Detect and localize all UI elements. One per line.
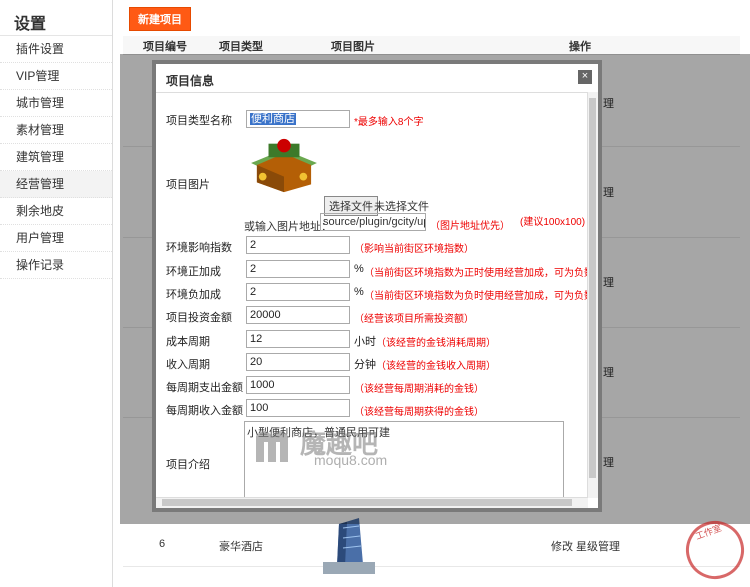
- hint-cost-cycle: （该经营的金钱消耗周期）: [376, 338, 496, 349]
- sidebar: 设置 插件设置 VIP管理 城市管理 素材管理 建筑管理 经营管理 剩余地皮 用…: [0, 0, 113, 587]
- unit-income-cycle: 分钟: [354, 359, 376, 371]
- env-index-input[interactable]: 2: [246, 236, 350, 254]
- new-project-button[interactable]: 新建项目: [129, 7, 191, 31]
- dialog-header: 项目信息 ×: [156, 64, 598, 93]
- sidebar-item-building[interactable]: 建筑管理: [0, 144, 112, 171]
- col-id: 项目编号: [143, 41, 187, 53]
- label-income-cycle: 收入周期: [166, 359, 210, 371]
- income-cycle-input[interactable]: 20: [246, 353, 350, 371]
- hint-cycle-income: （该经营每周期获得的金钱）: [354, 407, 484, 418]
- horizontal-scrollbar[interactable]: [156, 497, 588, 508]
- label-env-pos: 环境正加成: [166, 266, 221, 278]
- label-cycle-cost: 每周期支出金额: [166, 382, 243, 394]
- scroll-thumb[interactable]: [589, 98, 596, 478]
- sidebar-item-users[interactable]: 用户管理: [0, 225, 112, 252]
- unit-cost-cycle: 小时: [354, 336, 376, 348]
- col-type: 项目类型: [219, 41, 263, 53]
- invest-input[interactable]: 20000: [246, 306, 350, 324]
- row-type: 豪华酒店: [219, 541, 263, 553]
- unit-env-neg: %: [354, 286, 364, 298]
- label-env-neg: 环境负加成: [166, 289, 221, 301]
- env-pos-input[interactable]: 2: [246, 260, 350, 278]
- image-url-label: 或输入图片地址：: [244, 221, 332, 233]
- sidebar-item-logs[interactable]: 操作记录: [0, 252, 112, 279]
- sidebar-item-plugin-settings[interactable]: 插件设置: [0, 36, 112, 63]
- hint-env-neg: （当前街区环境指数为负时使用经营加成，可为负数）: [364, 291, 604, 302]
- hint-env-index: （影响当前街区环境指数）: [354, 244, 474, 255]
- hscroll-thumb[interactable]: [162, 499, 572, 506]
- sidebar-item-material[interactable]: 素材管理: [0, 117, 112, 144]
- label-cycle-income: 每周期收入金额: [166, 405, 243, 417]
- no-file-label: 未选择文件: [374, 201, 429, 213]
- store-building-icon: [251, 138, 317, 193]
- label-type-name: 项目类型名称: [166, 115, 232, 127]
- intro-textarea[interactable]: 小型便利商店，普通民用可建: [244, 421, 564, 501]
- vertical-scrollbar[interactable]: [587, 92, 598, 498]
- row-id: 6: [159, 538, 166, 550]
- dialog-title: 项目信息: [166, 74, 215, 88]
- cycle-cost-input[interactable]: 1000: [246, 376, 350, 394]
- col-image: 项目图片: [331, 41, 375, 53]
- label-cost-cycle: 成本周期: [166, 336, 210, 348]
- hint-invest: （经营该项目所需投资额）: [354, 314, 474, 325]
- sidebar-title: 设置: [0, 0, 112, 36]
- stamp-text: 工作室: [694, 522, 723, 542]
- cost-cycle-input[interactable]: 12: [246, 330, 350, 348]
- cycle-income-input[interactable]: 100: [246, 399, 350, 417]
- sidebar-item-city[interactable]: 城市管理: [0, 90, 112, 117]
- hint-type-name: *最多输入8个字: [354, 117, 424, 128]
- label-invest: 项目投资金额: [166, 312, 232, 324]
- sidebar-item-business[interactable]: 经营管理: [0, 171, 112, 198]
- label-image: 项目图片: [166, 179, 210, 191]
- image-size-hint: (建议100x100): [520, 217, 586, 228]
- unit-env-pos: %: [354, 263, 364, 275]
- sidebar-item-remaining-land[interactable]: 剩余地皮: [0, 198, 112, 225]
- image-url-hint: （图片地址优先）: [430, 221, 510, 232]
- close-icon[interactable]: ×: [578, 70, 592, 84]
- env-neg-input[interactable]: 2: [246, 283, 350, 301]
- table-row: 6 豪华酒店 修改 星级管理: [123, 518, 740, 574]
- row-ops[interactable]: 修改 星级管理: [551, 538, 620, 554]
- label-intro: 项目介绍: [166, 459, 210, 471]
- hint-income-cycle: （该经营的金钱收入周期）: [376, 361, 496, 372]
- hint-env-pos: （当前街区环境指数为正时使用经营加成，可为负数）: [364, 268, 604, 279]
- sidebar-item-vip[interactable]: VIP管理: [0, 63, 112, 90]
- watermark-logo-icon: [256, 431, 288, 462]
- watermark-url: moqu8.com: [314, 452, 388, 468]
- table-header: 项目编号 项目类型 项目图片 操作: [123, 36, 740, 55]
- image-url-input[interactable]: source/plugin/gcity/up: [320, 213, 426, 231]
- hint-cycle-cost: （该经营每周期消耗的金钱）: [354, 384, 484, 395]
- col-ops: 操作: [569, 41, 591, 53]
- label-env-index: 环境影响指数: [166, 242, 232, 254]
- type-name-input[interactable]: 便利商店: [246, 110, 350, 128]
